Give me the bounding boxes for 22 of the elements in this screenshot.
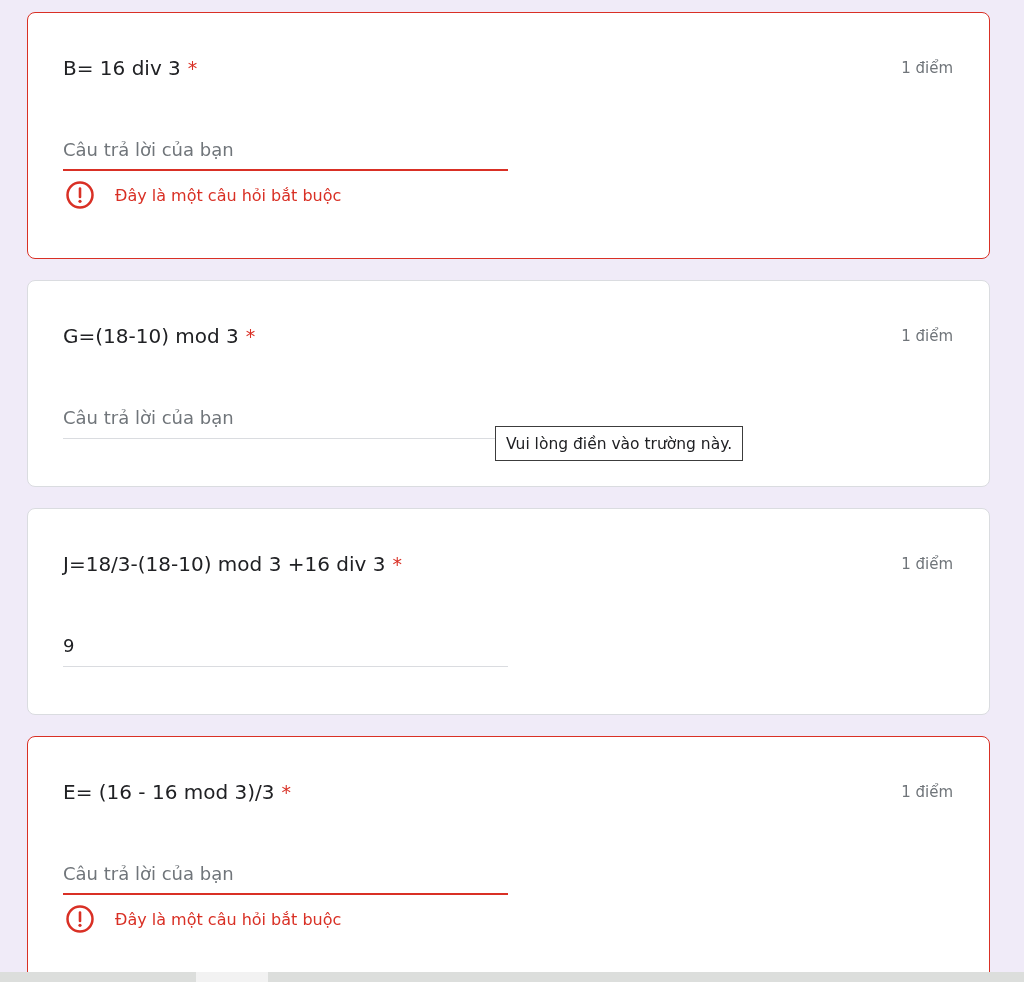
error-message: Đây là một câu hỏi bắt buộc: [115, 909, 342, 929]
answer-field[interactable]: 9: [63, 634, 508, 667]
horizontal-scrollbar[interactable]: [0, 972, 1024, 982]
question-title: E= (16 - 16 mod 3)/3: [63, 780, 275, 804]
points-label: 1 điểm: [901, 555, 953, 573]
required-asterisk: *: [187, 57, 198, 79]
question-title: B= 16 div 3: [63, 56, 181, 80]
points-label: 1 điểm: [901, 327, 953, 345]
question-title: G=(18-10) mod 3: [63, 324, 239, 348]
required-asterisk: *: [281, 781, 291, 803]
error-icon: [66, 181, 94, 209]
validation-tooltip: Vui lòng điền vào trường này.: [495, 426, 744, 461]
points-label: 1 điểm: [901, 783, 953, 801]
error-message: Đây là một câu hỏi bắt buộc: [115, 185, 342, 205]
answer-field[interactable]: Câu trả lời của bạn: [63, 138, 508, 171]
points-label: 1 điểm: [901, 59, 953, 77]
error-icon: [66, 905, 94, 933]
scrollbar-thumb[interactable]: [196, 972, 268, 982]
required-asterisk: *: [392, 553, 402, 575]
required-asterisk: *: [245, 325, 256, 347]
answer-field[interactable]: Câu trả lời của bạn: [63, 862, 508, 895]
question-title: J=18/3-(18-10) mod 3 +16 div 3: [63, 552, 386, 576]
